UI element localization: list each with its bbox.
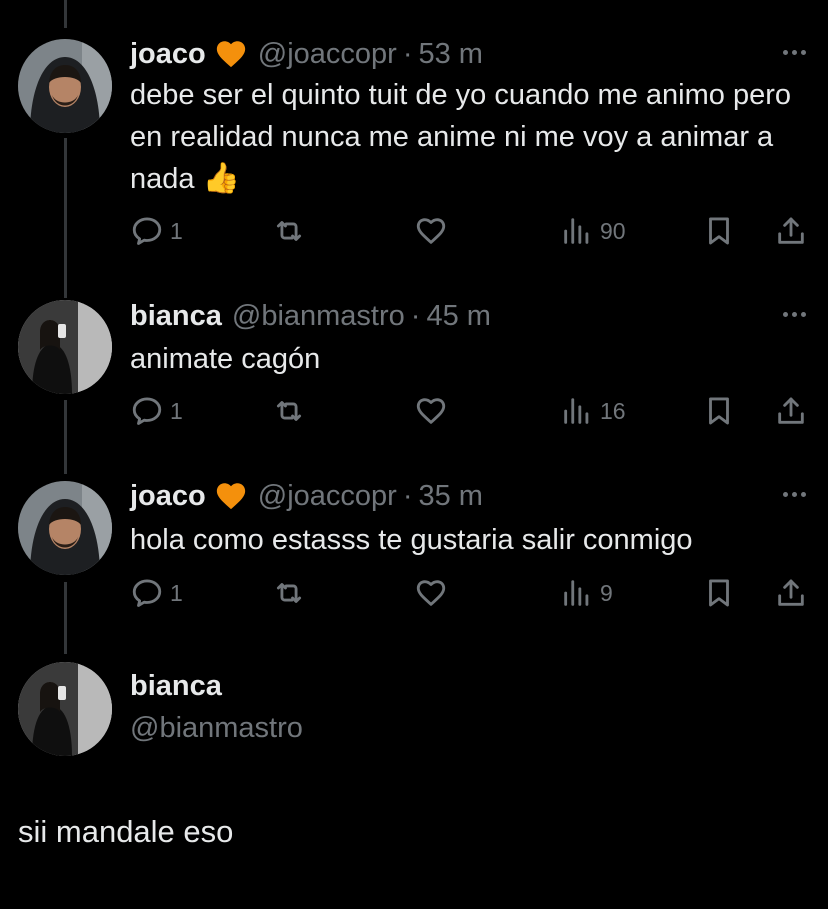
bookmark-icon: [702, 214, 736, 248]
user-handle[interactable]: @bianmastro: [232, 300, 405, 333]
views-button[interactable]: 9: [560, 576, 613, 610]
thread-line: [64, 582, 67, 654]
display-name[interactable]: bianca: [130, 670, 222, 703]
more-icon[interactable]: [783, 312, 806, 317]
timestamp[interactable]: 53 m: [418, 38, 482, 71]
share-icon: [774, 394, 808, 428]
bookmark-icon: [702, 576, 736, 610]
orange-heart-icon: [214, 37, 248, 71]
share-icon: [774, 576, 808, 610]
like-icon: [414, 576, 448, 610]
views-icon: [560, 394, 594, 428]
thumbs-up-emoji: 👍: [202, 162, 240, 195]
share-button[interactable]: [774, 394, 808, 428]
views-button[interactable]: 16: [560, 394, 626, 428]
views-count: 16: [600, 397, 626, 424]
more-icon[interactable]: [783, 492, 806, 497]
timestamp[interactable]: 45 m: [426, 300, 490, 333]
tweet-text: debe ser el quinto tuit de yo cuando me …: [130, 74, 800, 200]
reply-count: 1: [170, 397, 183, 424]
reply-button[interactable]: 1: [130, 576, 183, 610]
share-button[interactable]: [774, 576, 808, 610]
reply-count: 1: [170, 217, 183, 244]
action-bar: 1 90: [130, 214, 810, 250]
reply-icon: [130, 394, 164, 428]
display-name[interactable]: joaco: [130, 480, 206, 513]
avatar[interactable]: [18, 481, 112, 575]
more-icon[interactable]: [783, 50, 806, 55]
avatar-image: [18, 39, 112, 133]
thread-line: [64, 0, 67, 28]
retweet-button[interactable]: [272, 214, 306, 248]
like-button[interactable]: [414, 576, 448, 610]
reply-icon: [130, 576, 164, 610]
avatar[interactable]: [18, 300, 112, 394]
separator-dot: ·: [410, 299, 421, 332]
user-handle[interactable]: @joaccopr: [258, 38, 397, 71]
tweet-text: sii mandale eso: [18, 814, 234, 849]
share-icon: [774, 214, 808, 248]
tweet-header: bianca @bianmastro · 45 m: [130, 296, 491, 336]
avatar[interactable]: [18, 39, 112, 133]
action-bar: 1 9: [130, 576, 810, 612]
user-handle[interactable]: @bianmastro: [130, 712, 303, 745]
retweet-icon: [272, 576, 306, 610]
views-icon: [560, 576, 594, 610]
separator-dot: ·: [402, 479, 413, 512]
display-name[interactable]: joaco: [130, 38, 206, 71]
timestamp[interactable]: 35 m: [418, 480, 482, 513]
tweet-text: animate cagón: [130, 343, 321, 375]
like-button[interactable]: [414, 214, 448, 248]
retweet-icon: [272, 394, 306, 428]
bookmark-icon: [702, 394, 736, 428]
separator-dot: ·: [402, 37, 413, 70]
avatar[interactable]: [18, 662, 112, 756]
reply-button[interactable]: 1: [130, 394, 183, 428]
tweet-header: joaco @joaccopr · 35 m: [130, 476, 483, 516]
tweet-text: hola como estasss te gustaria salir conm…: [130, 524, 693, 556]
bookmark-button[interactable]: [702, 214, 736, 248]
avatar-image: [18, 481, 112, 575]
views-count: 9: [600, 579, 613, 606]
thread-line: [64, 400, 67, 474]
views-count: 90: [600, 217, 626, 244]
like-button[interactable]: [414, 394, 448, 428]
action-bar: 1 16: [130, 394, 810, 430]
thread-line: [64, 138, 67, 298]
avatar-image: [18, 300, 112, 394]
share-button[interactable]: [774, 214, 808, 248]
bookmark-button[interactable]: [702, 394, 736, 428]
like-icon: [414, 214, 448, 248]
orange-heart-icon: [214, 479, 248, 513]
reply-count: 1: [170, 579, 183, 606]
views-button[interactable]: 90: [560, 214, 626, 248]
user-handle[interactable]: @joaccopr: [258, 480, 397, 513]
bookmark-button[interactable]: [702, 576, 736, 610]
like-icon: [414, 394, 448, 428]
views-icon: [560, 214, 594, 248]
retweet-button[interactable]: [272, 394, 306, 428]
display-name[interactable]: bianca: [130, 300, 222, 333]
reply-icon: [130, 214, 164, 248]
reply-button[interactable]: 1: [130, 214, 183, 248]
avatar-image: [18, 662, 112, 756]
retweet-button[interactable]: [272, 576, 306, 610]
tweet-header: joaco @joaccopr · 53 m: [130, 34, 483, 74]
retweet-icon: [272, 214, 306, 248]
